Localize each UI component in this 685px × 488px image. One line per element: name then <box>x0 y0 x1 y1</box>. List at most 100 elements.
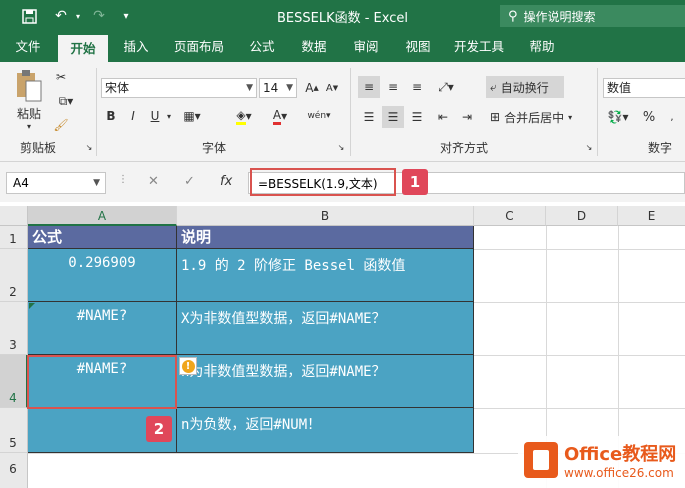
ribbon: 粘贴 ▾ ✂ ⧉▾ 🖌 剪贴板 ↘ 宋体 ▼ 14 ▼ A ▲ A ▼ B I U … <box>0 62 685 162</box>
decrease-font-icon[interactable]: A ▼ <box>322 78 342 98</box>
row-number: 2 <box>9 285 17 299</box>
row-number: 3 <box>9 338 17 352</box>
tab-page-layout[interactable]: 页面布局 <box>166 32 232 62</box>
font-color-icon[interactable]: A ▾ <box>266 106 294 126</box>
callout-badge-2: 2 <box>146 416 172 442</box>
cancel-icon[interactable]: ✕ <box>148 174 159 189</box>
cell-b5[interactable]: n为负数，返回#NUM！ <box>177 408 474 453</box>
column-header-b[interactable]: B <box>177 206 474 226</box>
watermark-title: Office教程网 <box>564 444 677 465</box>
gridline <box>474 249 685 250</box>
chevron-down-icon: ▼ <box>286 83 293 93</box>
callout-badge-1: 1 <box>402 169 428 195</box>
alignment-launcher-icon[interactable]: ↘ <box>584 140 594 154</box>
error-warning-button[interactable]: ! <box>179 357 197 375</box>
row-header-1[interactable]: 1 <box>0 226 28 249</box>
tab-file[interactable]: 文件 <box>6 32 50 62</box>
tab-developer[interactable]: 开发工具 <box>446 32 512 62</box>
merge-center-label: 合并后居中 <box>504 110 565 125</box>
align-bottom-icon[interactable]: ≡ <box>406 76 428 98</box>
align-right-icon[interactable]: ☰ <box>406 106 428 128</box>
row-header-6[interactable]: 6 <box>0 453 28 488</box>
number-group-label: 数字 <box>648 141 673 155</box>
align-top-icon[interactable]: ≡ <box>358 76 380 98</box>
row-header-4[interactable]: 4 <box>0 355 28 408</box>
cell-b4[interactable]: n为非数值型数据，返回#NAME？ <box>177 355 474 408</box>
align-middle-icon[interactable]: ≡ <box>382 76 404 98</box>
phonetic-icon[interactable]: wén▾ <box>306 106 332 126</box>
chevron-down-icon: ▾ <box>568 112 573 122</box>
accounting-format-icon[interactable]: 💱▾ <box>604 106 632 128</box>
column-header-a[interactable]: A <box>28 206 177 226</box>
tab-help[interactable]: 帮助 <box>520 32 564 62</box>
tab-review[interactable]: 审阅 <box>344 32 388 62</box>
decrease-indent-icon[interactable]: ⇤ <box>432 106 454 128</box>
name-box[interactable]: A4 ▼ <box>6 172 106 194</box>
font-launcher-icon[interactable]: ↘ <box>336 140 346 154</box>
clipboard-group-label: 剪贴板 <box>20 141 57 155</box>
bold-button[interactable]: B <box>102 106 120 126</box>
separator <box>597 68 598 156</box>
underline-dropdown-icon[interactable]: ▾ <box>164 106 174 126</box>
tab-insert[interactable]: 插入 <box>114 32 158 62</box>
cell-a2[interactable]: 0.296909 <box>28 249 177 302</box>
search-icon: ⚲ <box>508 8 518 24</box>
chevron-down-icon: ▼ <box>246 83 253 93</box>
cell-b3[interactable]: X为非数值型数据，返回#NAME？ <box>177 302 474 355</box>
tab-home[interactable]: 开始 <box>58 35 108 62</box>
separator <box>350 68 351 156</box>
align-left-icon[interactable]: ☰ <box>358 106 380 128</box>
name-box-value: A4 <box>13 176 29 190</box>
search-box[interactable]: ⚲ 操作说明搜索 <box>500 5 685 27</box>
row-header-2[interactable]: 2 <box>0 249 28 302</box>
cut-icon[interactable]: ✂ <box>52 68 70 86</box>
warning-icon: ! <box>181 359 195 373</box>
wrap-text-button[interactable]: ⤶ 自动换行 <box>486 76 564 98</box>
paste-icon[interactable] <box>12 68 46 104</box>
font-size-select[interactable]: 14 ▼ <box>259 78 297 98</box>
column-header-d[interactable]: D <box>546 206 618 226</box>
cell-b1[interactable]: 说明 <box>177 226 474 249</box>
border-icon[interactable]: ▦▾ <box>180 106 204 126</box>
column-header-e[interactable]: E <box>618 206 685 226</box>
merge-center-button[interactable]: ⊞ 合并后居中 ▾ <box>486 106 586 128</box>
enter-icon[interactable]: ✓ <box>184 174 195 189</box>
row-header-3[interactable]: 3 <box>0 302 28 355</box>
tab-data[interactable]: 数据 <box>292 32 336 62</box>
align-center-icon[interactable]: ☰ <box>382 106 404 128</box>
fill-color-icon[interactable]: ◈ ▾ <box>230 106 258 126</box>
gridline <box>474 302 685 303</box>
row-number: 1 <box>9 232 17 246</box>
column-header-c[interactable]: C <box>474 206 546 226</box>
wrap-text-label: 自动换行 <box>500 80 549 95</box>
gridline <box>474 355 685 356</box>
orientation-icon[interactable]: ⤢▾ <box>432 76 460 98</box>
select-all-corner[interactable] <box>0 206 28 226</box>
font-family-value: 宋体 <box>105 81 130 95</box>
comma-style-icon[interactable]: , <box>662 106 682 128</box>
increase-font-icon[interactable]: A ▲ <box>302 78 322 98</box>
font-group-label: 字体 <box>202 141 227 155</box>
number-format-select[interactable]: 数值 <box>603 78 685 98</box>
separator <box>96 68 97 156</box>
underline-button[interactable]: U <box>146 106 164 126</box>
cell-a1[interactable]: 公式 <box>28 226 177 249</box>
percent-button[interactable]: % <box>640 106 658 128</box>
cell-b2[interactable]: 1.9 的 2 阶修正 Bessel 函数值 <box>177 249 474 302</box>
italic-button[interactable]: I <box>124 106 142 126</box>
tab-formulas[interactable]: 公式 <box>240 32 284 62</box>
format-painter-icon[interactable]: 🖌 <box>52 116 70 134</box>
gridline <box>474 408 685 409</box>
tab-view[interactable]: 视图 <box>396 32 440 62</box>
copy-icon[interactable]: ⧉▾ <box>52 92 80 110</box>
insert-function-button[interactable]: fx <box>220 174 232 189</box>
font-family-select[interactable]: 宋体 ▼ <box>101 78 257 98</box>
clipboard-launcher-icon[interactable]: ↘ <box>84 140 94 154</box>
cell-a3[interactable]: #NAME? <box>28 302 177 355</box>
number-format-value: 数值 <box>607 81 632 95</box>
row-number: 6 <box>9 462 17 476</box>
increase-indent-icon[interactable]: ⇥ <box>456 106 478 128</box>
error-indicator-triangle <box>29 303 35 309</box>
paste-dropdown-icon[interactable]: ▾ <box>20 120 38 132</box>
row-header-5[interactable]: 5 <box>0 408 28 453</box>
